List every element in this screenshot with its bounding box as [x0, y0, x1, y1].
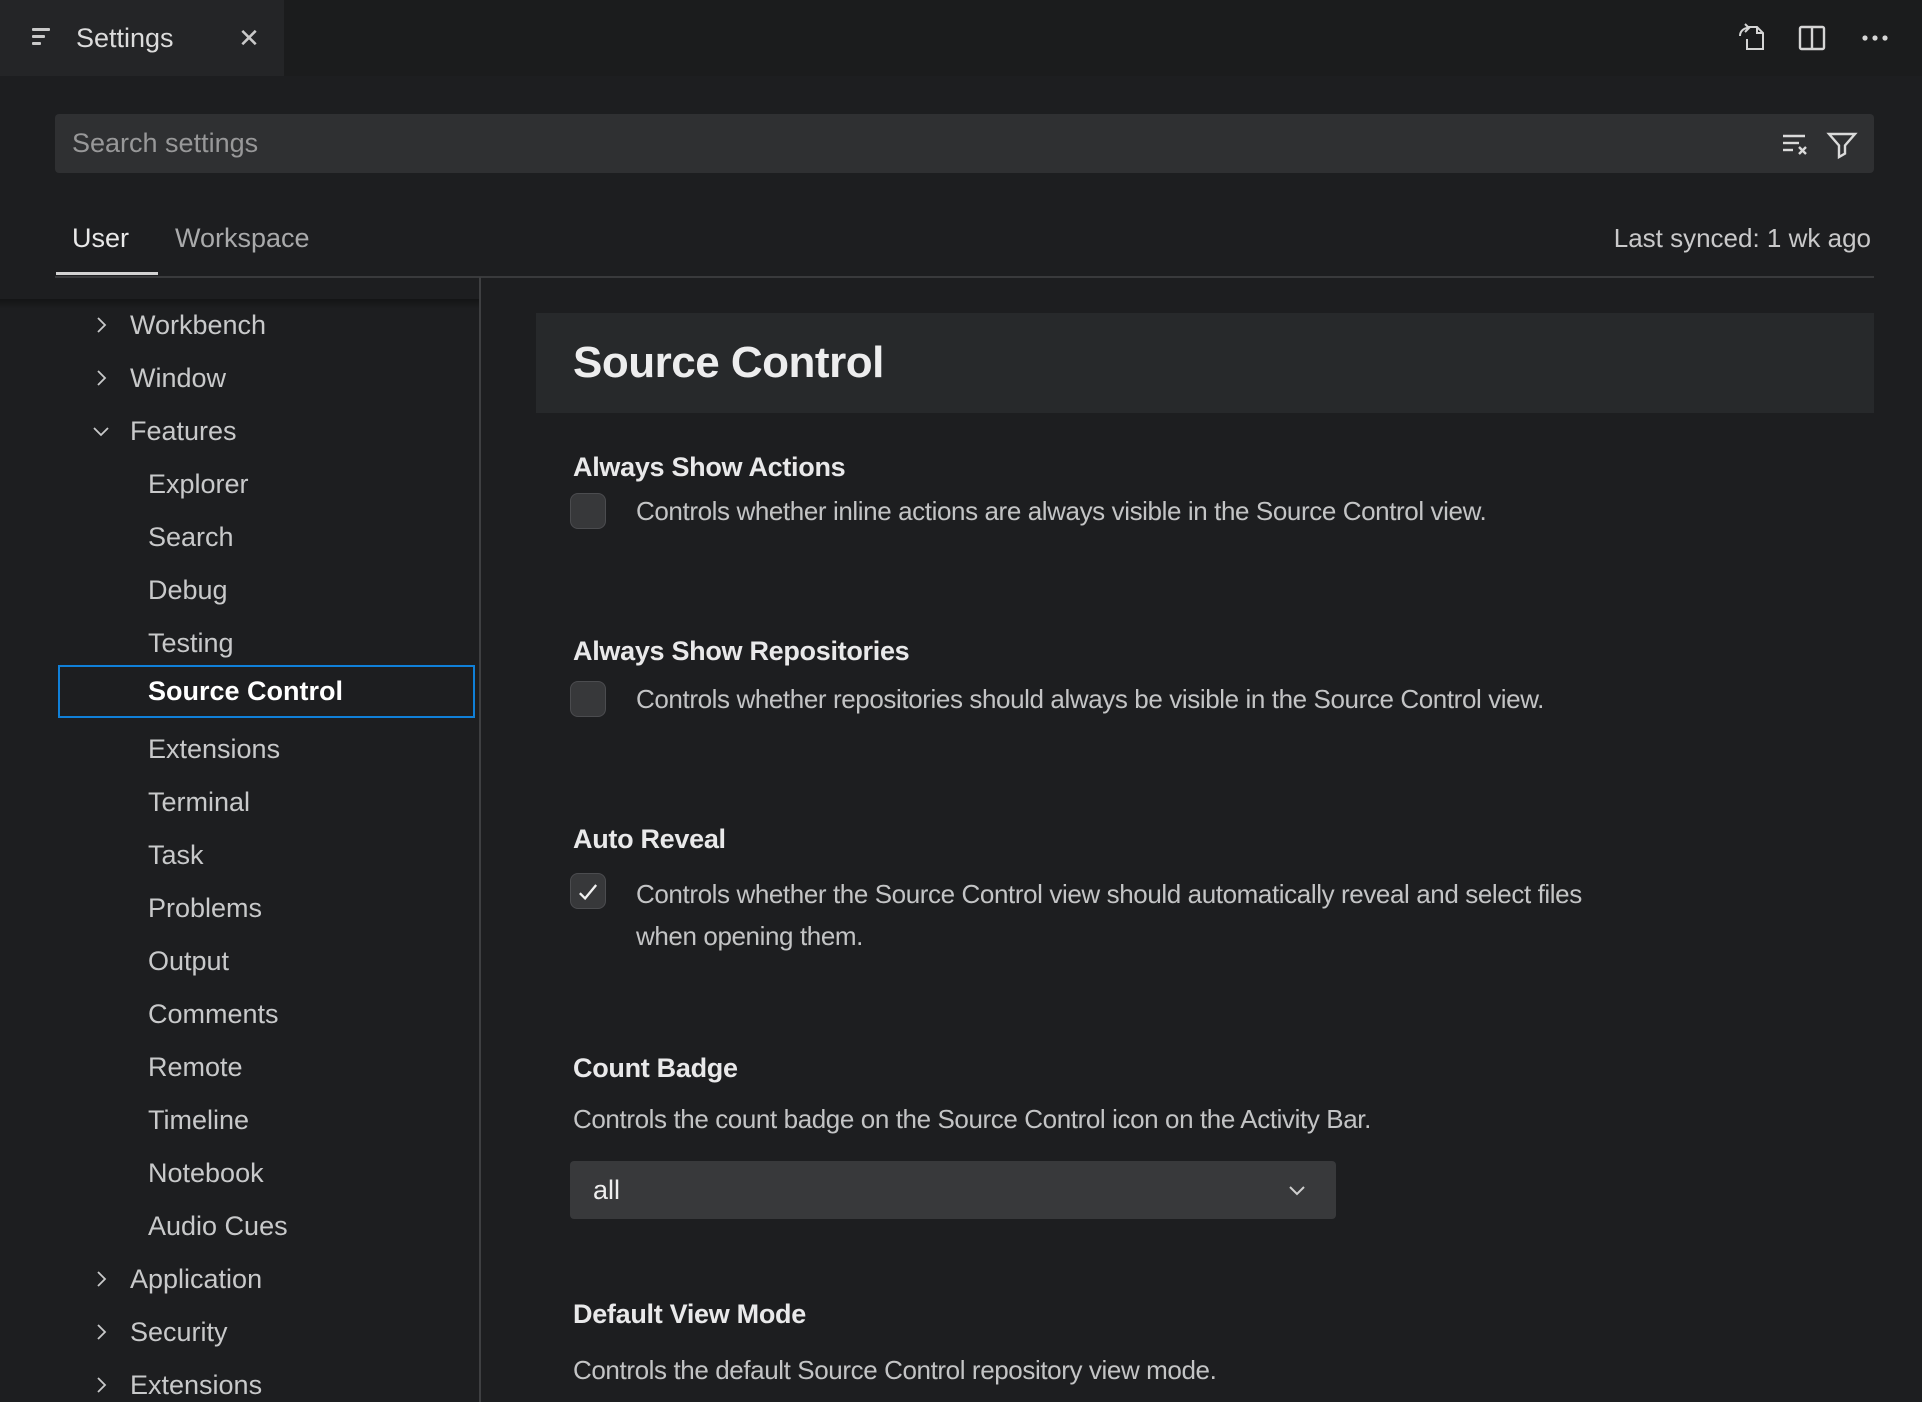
- toc-item-notebook[interactable]: Notebook: [0, 1147, 479, 1200]
- search-placeholder: Search settings: [72, 128, 259, 158]
- toc-item-extensions[interactable]: Extensions: [0, 723, 479, 776]
- toc-item-label: Explorer: [148, 469, 249, 499]
- toc-item-source-control[interactable]: Source Control: [58, 665, 475, 718]
- setting-label: Count Badge: [573, 1053, 738, 1083]
- toc-item-output[interactable]: Output: [0, 935, 479, 988]
- setting-label: Always Show Actions: [573, 452, 846, 482]
- toc-item-label: Testing: [148, 628, 234, 658]
- tab-settings[interactable]: Settings ✕: [0, 0, 284, 76]
- toc-item-label: Security: [130, 1317, 228, 1347]
- close-tab-icon[interactable]: ✕: [233, 22, 265, 54]
- toc-item-timeline[interactable]: Timeline: [0, 1094, 479, 1147]
- toc-item-label: Audio Cues: [148, 1211, 288, 1241]
- toc-item-label: Extensions: [130, 1370, 263, 1400]
- setting-label: Default View Mode: [573, 1299, 806, 1329]
- settings-toc: Workbench Window Features Explorer Search Deb…: [0, 278, 479, 1402]
- chevron-right-icon[interactable]: [90, 314, 112, 336]
- toc-item-testing[interactable]: Testing: [0, 617, 479, 670]
- toc-item-problems[interactable]: Problems: [0, 882, 479, 935]
- toc-item-label: Search: [148, 522, 234, 552]
- setting-label: Auto Reveal: [573, 824, 726, 854]
- chevron-right-icon[interactable]: [90, 1321, 112, 1343]
- toc-item-label: Window: [130, 363, 227, 393]
- toc-item-audio-cues[interactable]: Audio Cues: [0, 1200, 479, 1253]
- chevron-down-icon: [1284, 1178, 1310, 1204]
- toc-item-comments[interactable]: Comments: [0, 988, 479, 1041]
- chevron-right-icon[interactable]: [90, 367, 112, 389]
- toc-item-label: Terminal: [148, 787, 251, 817]
- toc-item-workbench[interactable]: Workbench: [0, 299, 479, 352]
- toc-item-window[interactable]: Window: [0, 352, 479, 405]
- chevron-right-icon[interactable]: [90, 1374, 112, 1396]
- count-badge-dropdown[interactable]: all: [570, 1161, 1336, 1219]
- setting-description: Controls whether inline actions are alwa…: [636, 496, 1487, 526]
- tab-user[interactable]: User: [72, 211, 129, 265]
- settings-editor-window: Settings ✕ Search settings User Workspac…: [0, 0, 1922, 1402]
- toc-item-label: Output: [148, 946, 230, 976]
- checkbox-always-show-repositories[interactable]: [570, 681, 606, 717]
- tab-workspace[interactable]: Workspace: [175, 211, 310, 265]
- split-editor-icon[interactable]: [1794, 20, 1830, 56]
- chevron-right-icon[interactable]: [90, 1268, 112, 1290]
- settings-pane: Source Control Always Show Actions Contr…: [481, 277, 1922, 1402]
- toc-item-label: Workbench: [130, 310, 267, 340]
- toc-item-explorer[interactable]: Explorer: [0, 458, 479, 511]
- toc-item-label: Extensions: [148, 734, 281, 764]
- setting-description: Controls the default Source Control repo…: [573, 1355, 1217, 1385]
- checkbox-auto-reveal-checked[interactable]: [570, 873, 606, 909]
- setting-description: Controls whether the Source Control view…: [636, 879, 1582, 951]
- search-input[interactable]: Search settings: [55, 114, 1874, 173]
- toc-item-label: Debug: [148, 575, 228, 605]
- last-synced-status: Last synced: 1 wk ago: [1613, 223, 1871, 253]
- toc-item-debug[interactable]: Debug: [0, 564, 479, 617]
- toc-item-label: Task: [148, 840, 204, 870]
- toc-item-label: Features: [130, 416, 237, 446]
- toc-item-extensions[interactable]: Extensions: [0, 1359, 479, 1402]
- toc-item-remote[interactable]: Remote: [0, 1041, 479, 1094]
- toc-item-terminal[interactable]: Terminal: [0, 776, 479, 829]
- setting-description: Controls whether repositories should alw…: [636, 684, 1544, 714]
- toc-item-label: Comments: [148, 999, 279, 1029]
- open-settings-json-icon[interactable]: [1734, 20, 1770, 56]
- active-scope-underline: [56, 272, 158, 275]
- tab-title: Settings: [76, 23, 174, 53]
- toc-item-label: Application: [130, 1264, 263, 1294]
- toc-item-task[interactable]: Task: [0, 829, 479, 882]
- toc-item-label: Remote: [148, 1052, 243, 1082]
- chevron-down-icon[interactable]: [90, 420, 112, 442]
- toc-item-label: Timeline: [148, 1105, 250, 1135]
- dropdown-value: all: [593, 1175, 621, 1205]
- setting-description: Controls the count badge on the Source C…: [573, 1104, 1371, 1134]
- toc-item-application[interactable]: Application: [0, 1253, 479, 1306]
- toc-item-label: Notebook: [148, 1158, 264, 1188]
- clear-search-icon[interactable]: [1779, 128, 1811, 160]
- toc-item-security[interactable]: Security: [0, 1306, 479, 1359]
- toc-item-label: Problems: [148, 893, 263, 923]
- toc-item-search[interactable]: Search: [0, 511, 479, 564]
- page-title: Source Control: [573, 338, 884, 387]
- setting-label: Always Show Repositories: [573, 636, 910, 666]
- settings-list-icon: [32, 27, 54, 49]
- editor-tab-bar: Settings ✕: [0, 0, 1922, 76]
- filter-icon[interactable]: [1826, 128, 1858, 160]
- toc-item-features[interactable]: Features: [0, 405, 479, 458]
- toc-item-label: Source Control: [148, 676, 344, 706]
- more-actions-icon[interactable]: [1857, 20, 1893, 56]
- checkbox-always-show-actions[interactable]: [570, 493, 606, 529]
